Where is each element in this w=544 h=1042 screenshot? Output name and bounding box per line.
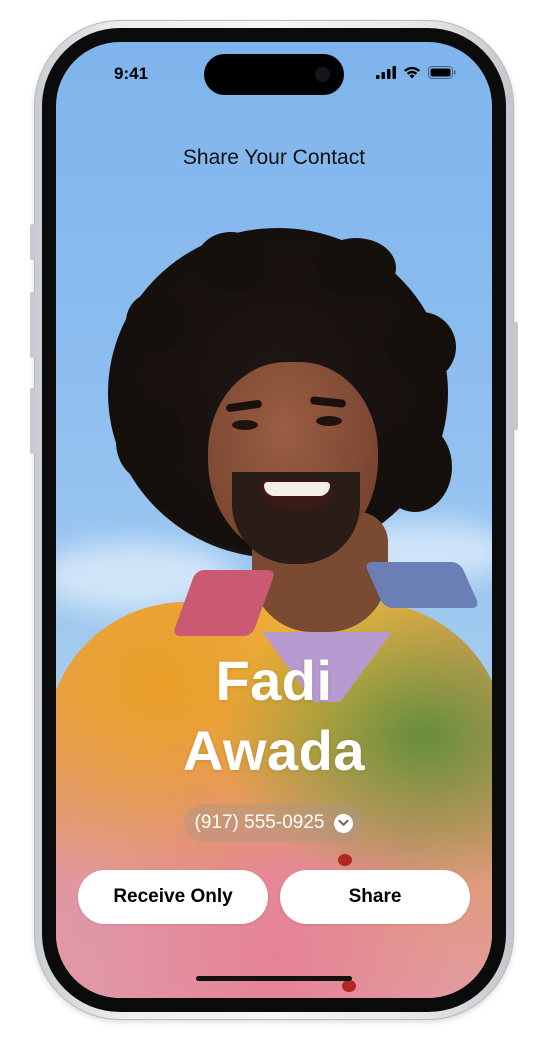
screen: 9:41 Share Your Contact Fadi Awada (917)… bbox=[56, 42, 492, 998]
hair-curl bbox=[316, 238, 396, 298]
dynamic-island bbox=[204, 54, 344, 95]
phone-number-selector[interactable]: (917) 555-0925 bbox=[184, 804, 364, 842]
action-button bbox=[30, 224, 35, 260]
volume-up-button bbox=[30, 292, 35, 358]
hair-curl bbox=[126, 292, 186, 352]
hair-curl bbox=[196, 232, 266, 292]
contact-photo-collar-right bbox=[363, 562, 481, 608]
contact-last-name: Awada bbox=[183, 719, 365, 782]
volume-down-button bbox=[30, 388, 35, 454]
battery-icon bbox=[428, 66, 456, 84]
front-camera bbox=[315, 67, 330, 82]
eye-right bbox=[316, 416, 342, 426]
shirt-button bbox=[338, 854, 352, 866]
hair-curl bbox=[386, 312, 456, 382]
status-icons bbox=[376, 66, 456, 84]
hair-curl bbox=[378, 422, 452, 512]
eye-left bbox=[232, 420, 258, 430]
share-button[interactable]: Share bbox=[280, 870, 470, 924]
phone-number: (917) 555-0925 bbox=[194, 812, 325, 833]
contact-first-name: Fadi bbox=[215, 649, 333, 712]
side-power-button bbox=[513, 322, 518, 430]
wifi-icon bbox=[403, 66, 421, 84]
status-time: 9:41 bbox=[114, 64, 149, 83]
home-indicator[interactable] bbox=[196, 976, 352, 981]
page-title: Share Your Contact bbox=[182, 146, 366, 169]
shirt-button bbox=[342, 980, 356, 992]
receive-only-button[interactable]: Receive Only bbox=[78, 870, 268, 924]
teeth bbox=[264, 482, 330, 496]
contact-photo-smile bbox=[260, 480, 334, 510]
cellular-signal-icon bbox=[376, 66, 396, 84]
chevron-down-icon bbox=[334, 813, 354, 833]
hair-curl bbox=[116, 402, 186, 482]
